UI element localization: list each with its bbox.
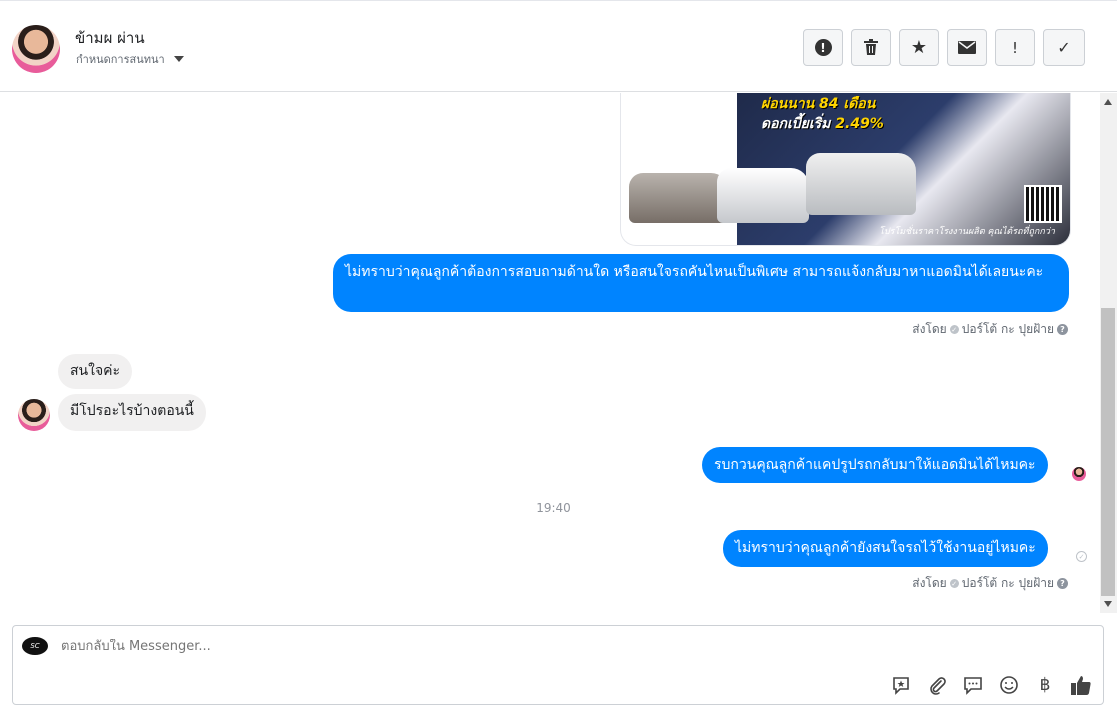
- attach-icon[interactable]: [925, 673, 949, 697]
- saved-reply-icon[interactable]: [889, 673, 913, 697]
- message-thread[interactable]: ผ่อนนาน 84 เดือน ดอกเบี้ยเริ่ม 2.49% โปร…: [0, 93, 1100, 613]
- exclamation-icon: !: [1011, 38, 1018, 57]
- message-icon[interactable]: [961, 673, 985, 697]
- star-icon: ★: [910, 37, 928, 58]
- time-separator: 19:40: [536, 501, 571, 515]
- qr-code-icon: [1024, 185, 1062, 223]
- help-icon[interactable]: ?: [1057, 578, 1068, 589]
- like-icon[interactable]: [1069, 673, 1093, 697]
- star-button[interactable]: ★: [899, 29, 939, 66]
- outgoing-message[interactable]: ไม่ทราบว่าคุณลูกค้ายังสนใจรถไว้ใช้งานอยู…: [723, 530, 1048, 567]
- contact-avatar[interactable]: [12, 25, 60, 73]
- delete-button[interactable]: [851, 29, 891, 66]
- payment-icon[interactable]: ฿: [1033, 673, 1057, 697]
- contact-name[interactable]: ข้ามผ ผ่าน: [75, 26, 145, 50]
- mark-done-button[interactable]: ✓: [1043, 29, 1085, 66]
- spam-button[interactable]: !: [995, 29, 1035, 66]
- incoming-message[interactable]: สนใจค่ะ: [58, 354, 133, 389]
- conversation-header: ข้ามผ ผ่าน กำหนดการสนทนา ! ★ ! ✓: [0, 0, 1117, 92]
- caret-down-icon: [173, 56, 184, 62]
- verified-icon: ✓: [949, 579, 959, 588]
- outgoing-message[interactable]: รบกวนคุณลูกค้าแคปรูปรถกลับมาให้แอดมินได้…: [702, 447, 1048, 483]
- scroll-thumb[interactable]: [1101, 308, 1115, 596]
- promo-image-attachment[interactable]: ผ่อนนาน 84 เดือน ดอกเบี้ยเริ่ม 2.49% โปร…: [620, 93, 1071, 246]
- sent-by-info: ส่งโดย ✓ ปอร์โต้ กะ ปุยฝ้าย ?: [912, 320, 1068, 339]
- sent-status-icon: ✓: [1076, 551, 1087, 562]
- reply-composer[interactable]: SC ฿: [12, 625, 1104, 705]
- alert-circle-icon: !: [814, 39, 832, 56]
- promo-rate-text: ดอกเบี้ยเริ่ม 2.49%: [761, 116, 884, 132]
- scrollbar[interactable]: [1100, 93, 1117, 613]
- check-icon: ✓: [1057, 38, 1071, 57]
- incoming-message[interactable]: มีโปรอะไรบ้างตอนนี้: [58, 394, 206, 431]
- trash-icon: [864, 39, 878, 55]
- verified-icon: ✓: [949, 325, 959, 334]
- page-avatar: SC: [22, 637, 48, 655]
- emoji-icon[interactable]: [997, 673, 1021, 697]
- contact-avatar-small: [18, 399, 50, 431]
- seen-by-avatar: [1072, 467, 1086, 481]
- mark-unread-button[interactable]: [947, 29, 987, 66]
- assign-conversation-dropdown[interactable]: กำหนดการสนทนา: [76, 50, 184, 68]
- scroll-up-arrow-icon[interactable]: [1104, 99, 1112, 105]
- sent-by-info: ส่งโดย ✓ ปอร์โต้ กะ ปุยฝ้าย ?: [912, 574, 1068, 593]
- scroll-down-arrow-icon[interactable]: [1104, 601, 1112, 607]
- help-icon[interactable]: ?: [1057, 324, 1068, 335]
- car-pickup-image: [717, 168, 809, 223]
- promo-term-text: ผ่อนนาน 84 เดือน: [761, 96, 876, 112]
- reply-input[interactable]: [61, 639, 761, 654]
- assign-label: กำหนดการสนทนา: [76, 53, 165, 66]
- report-button[interactable]: !: [803, 29, 843, 66]
- car-truck-image: [806, 153, 916, 215]
- promo-footer-text: โปรโมชั่นราคาโรงงานผลิต คุณได้รถที่ถูกกว…: [879, 227, 1055, 237]
- outgoing-message[interactable]: ไม่ทราบว่าคุณลูกค้าต้องการสอบถามด้านใด ห…: [333, 254, 1069, 312]
- mail-icon: [958, 41, 976, 54]
- car-sedan-image: [629, 173, 729, 223]
